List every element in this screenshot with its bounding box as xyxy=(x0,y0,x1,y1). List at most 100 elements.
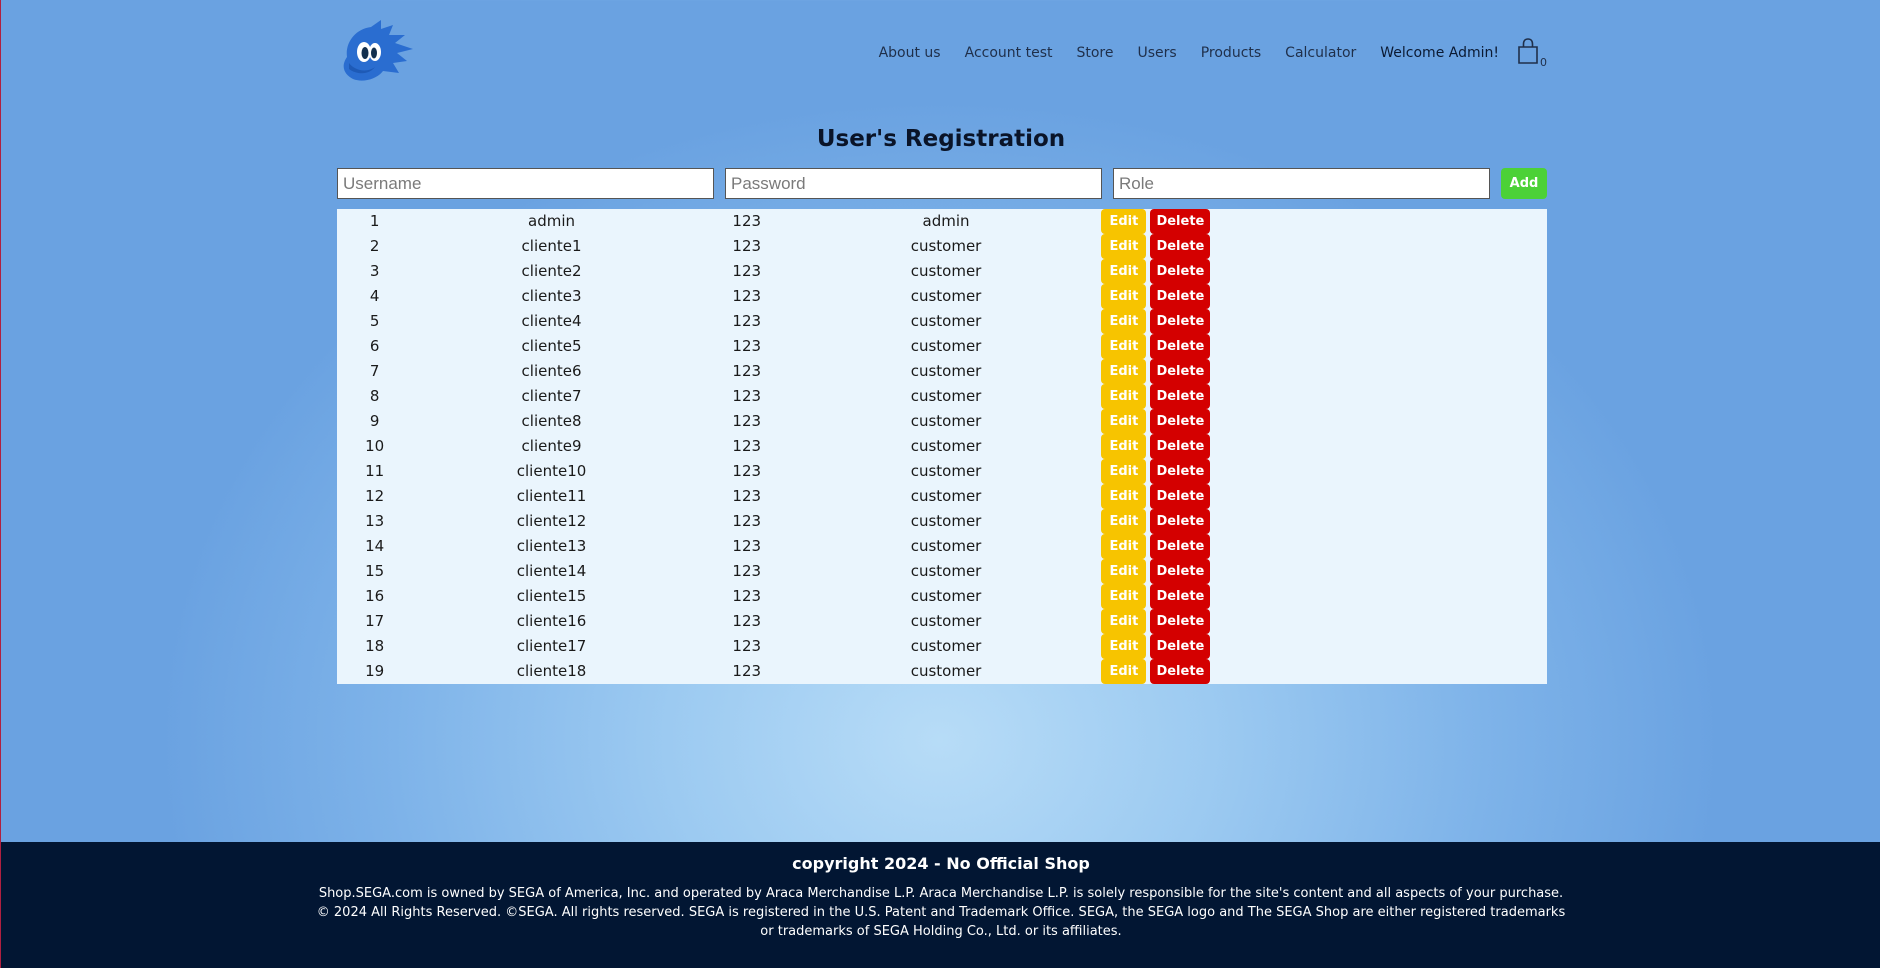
edit-user-button[interactable]: Edit xyxy=(1101,659,1147,684)
hedgehog-logo-icon[interactable] xyxy=(337,19,413,83)
password-cell: 123 xyxy=(732,362,762,380)
delete-user-button[interactable]: Delete xyxy=(1150,284,1211,309)
edit-user-button[interactable]: Edit xyxy=(1101,359,1147,384)
row-actions-cell: Edit Delete xyxy=(1089,484,1547,509)
table-row: 6 cliente5 123 customer Edit Delete xyxy=(337,334,1547,359)
edit-user-button[interactable]: Edit xyxy=(1101,384,1147,409)
delete-user-button[interactable]: Delete xyxy=(1150,459,1211,484)
table-row: 13 cliente12 123 customer Edit Delete xyxy=(337,509,1547,534)
row-actions: Edit Delete xyxy=(1089,309,1547,334)
password-cell: 123 xyxy=(732,537,762,555)
welcome-message: Welcome Admin! xyxy=(1380,45,1499,61)
username-cell: cliente17 xyxy=(516,637,587,655)
row-actions-cell: Edit Delete xyxy=(1089,609,1547,634)
user-id-cell: 5 xyxy=(369,312,380,330)
edit-user-button[interactable]: Edit xyxy=(1101,484,1147,509)
nav-link-calculator[interactable]: Calculator xyxy=(1285,45,1356,61)
delete-user-button[interactable]: Delete xyxy=(1150,659,1211,684)
table-row: 19 cliente18 123 customer Edit Delete xyxy=(337,659,1547,684)
top-navigation-bar: About us Account test Store Users Produc… xyxy=(337,18,1547,88)
table-row: 12 cliente11 123 customer Edit Delete xyxy=(337,484,1547,509)
username-input[interactable] xyxy=(337,168,714,199)
row-actions: Edit Delete xyxy=(1089,234,1547,259)
user-id-cell: 4 xyxy=(369,287,380,305)
user-id-cell: 2 xyxy=(369,237,380,255)
role-cell: customer xyxy=(910,387,982,405)
edit-user-button[interactable]: Edit xyxy=(1101,609,1147,634)
delete-user-button[interactable]: Delete xyxy=(1150,609,1211,634)
edit-user-button[interactable]: Edit xyxy=(1101,459,1147,484)
delete-user-button[interactable]: Delete xyxy=(1150,309,1211,334)
edit-user-button[interactable]: Edit xyxy=(1101,284,1147,309)
delete-user-button[interactable]: Delete xyxy=(1150,434,1211,459)
row-actions: Edit Delete xyxy=(1089,434,1547,459)
delete-user-button[interactable]: Delete xyxy=(1150,359,1211,384)
edit-user-button[interactable]: Edit xyxy=(1101,209,1147,234)
table-row: 4 cliente3 123 customer Edit Delete xyxy=(337,284,1547,309)
row-actions: Edit Delete xyxy=(1089,534,1547,559)
username-cell: cliente9 xyxy=(521,437,582,455)
user-id-cell: 13 xyxy=(365,512,385,530)
username-cell: cliente13 xyxy=(516,537,587,555)
role-cell: admin xyxy=(922,212,970,230)
delete-user-button[interactable]: Delete xyxy=(1150,334,1211,359)
user-id-cell: 17 xyxy=(365,612,385,630)
delete-user-button[interactable]: Delete xyxy=(1150,209,1211,234)
add-user-button[interactable]: Add xyxy=(1501,168,1547,199)
password-cell: 123 xyxy=(732,312,762,330)
role-input[interactable] xyxy=(1113,168,1490,199)
delete-user-button[interactable]: Delete xyxy=(1150,509,1211,534)
password-cell: 123 xyxy=(732,562,762,580)
edit-user-button[interactable]: Edit xyxy=(1101,434,1147,459)
username-cell: cliente15 xyxy=(516,587,587,605)
user-id-cell: 10 xyxy=(365,437,385,455)
delete-user-button[interactable]: Delete xyxy=(1150,559,1211,584)
cart-button[interactable]: 0 xyxy=(1517,38,1547,68)
nav-link-products[interactable]: Products xyxy=(1201,45,1261,61)
password-cell: 123 xyxy=(732,587,762,605)
password-cell: 123 xyxy=(732,237,762,255)
edit-user-button[interactable]: Edit xyxy=(1101,309,1147,334)
edit-user-button[interactable]: Edit xyxy=(1101,584,1147,609)
nav-link-account-test[interactable]: Account test xyxy=(965,45,1053,61)
delete-user-button[interactable]: Delete xyxy=(1150,409,1211,434)
edit-user-button[interactable]: Edit xyxy=(1101,234,1147,259)
password-input[interactable] xyxy=(725,168,1102,199)
delete-user-button[interactable]: Delete xyxy=(1150,634,1211,659)
password-cell: 123 xyxy=(732,487,762,505)
edit-user-button[interactable]: Edit xyxy=(1101,634,1147,659)
user-id-cell: 6 xyxy=(369,337,380,355)
role-cell: customer xyxy=(910,337,982,355)
nav-link-users[interactable]: Users xyxy=(1138,45,1177,61)
password-cell: 123 xyxy=(732,337,762,355)
row-actions-cell: Edit Delete xyxy=(1089,234,1547,259)
user-id-cell: 1 xyxy=(369,212,380,230)
nav-link-about-us[interactable]: About us xyxy=(879,45,941,61)
edit-user-button[interactable]: Edit xyxy=(1101,559,1147,584)
row-actions-cell: Edit Delete xyxy=(1089,409,1547,434)
edit-user-button[interactable]: Edit xyxy=(1101,259,1147,284)
user-id-cell: 15 xyxy=(365,562,385,580)
nav-link-store[interactable]: Store xyxy=(1076,45,1113,61)
delete-user-button[interactable]: Delete xyxy=(1150,259,1211,284)
password-cell: 123 xyxy=(732,387,762,405)
table-row: 17 cliente16 123 customer Edit Delete xyxy=(337,609,1547,634)
edit-user-button[interactable]: Edit xyxy=(1101,509,1147,534)
row-actions-cell: Edit Delete xyxy=(1089,584,1547,609)
delete-user-button[interactable]: Delete xyxy=(1150,534,1211,559)
delete-user-button[interactable]: Delete xyxy=(1150,584,1211,609)
row-actions-cell: Edit Delete xyxy=(1089,459,1547,484)
edit-user-button[interactable]: Edit xyxy=(1101,534,1147,559)
username-cell: cliente18 xyxy=(516,662,587,680)
username-cell: cliente4 xyxy=(521,312,582,330)
delete-user-button[interactable]: Delete xyxy=(1150,484,1211,509)
row-actions: Edit Delete xyxy=(1089,659,1547,684)
row-actions: Edit Delete xyxy=(1089,209,1547,234)
edit-user-button[interactable]: Edit xyxy=(1101,409,1147,434)
footer: copyright 2024 - No Official Shop Shop.S… xyxy=(1,842,1880,968)
user-id-cell: 7 xyxy=(369,362,380,380)
delete-user-button[interactable]: Delete xyxy=(1150,384,1211,409)
role-cell: customer xyxy=(910,637,982,655)
delete-user-button[interactable]: Delete xyxy=(1150,234,1211,259)
edit-user-button[interactable]: Edit xyxy=(1101,334,1147,359)
